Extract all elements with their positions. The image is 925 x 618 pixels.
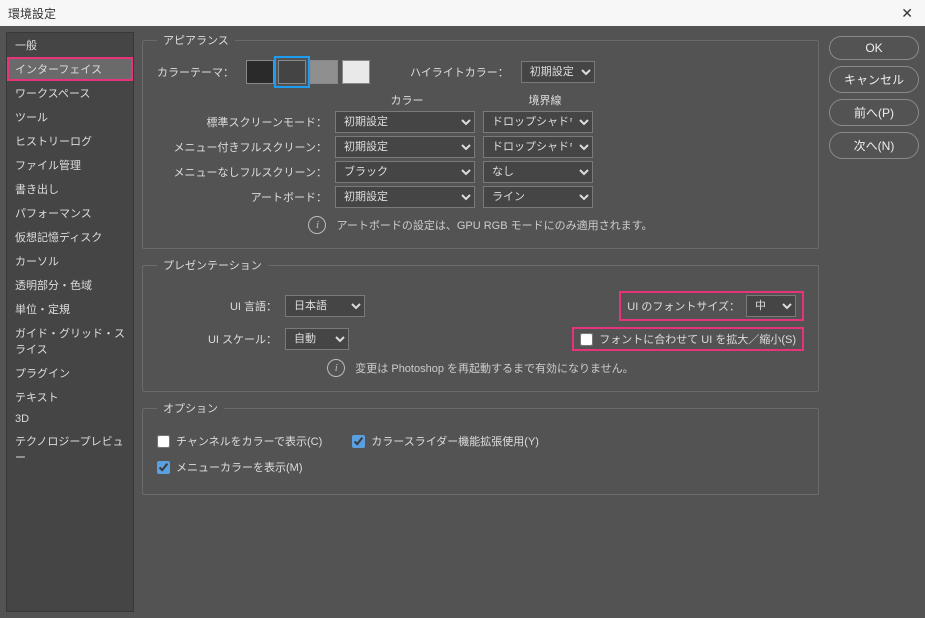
column-header-color: カラー: [337, 92, 477, 108]
ui-font-size-select[interactable]: 中: [746, 295, 796, 317]
appearance-group: アピアランス カラーテーマ： ハイライトカラー： 初期設定 カラー 境界線 標準…: [142, 32, 819, 249]
sidebar-item-8[interactable]: 仮想記憶ディスク: [7, 225, 133, 249]
screen-mode-border-select[interactable]: なし: [483, 161, 593, 183]
sidebar-item-12[interactable]: ガイド・グリッド・スライス: [7, 321, 133, 361]
screen-mode-border-select[interactable]: ドロップシャドウ: [483, 136, 593, 158]
screen-mode-label: 標準スクリーンモード：: [157, 114, 327, 130]
ui-font-size-label: UI のフォントサイズ：: [627, 298, 740, 314]
ui-font-size-highlight: UI のフォントサイズ： 中: [619, 291, 804, 321]
fit-ui-checkbox[interactable]: [580, 333, 593, 346]
column-header-border: 境界線: [485, 92, 605, 108]
screen-mode-border-select[interactable]: ドロップシャドウ: [483, 111, 593, 133]
option-checkbox-1[interactable]: [352, 435, 365, 448]
ui-language-select[interactable]: 日本語: [285, 295, 365, 317]
sidebar-item-13[interactable]: プラグイン: [7, 361, 133, 385]
highlight-color-select[interactable]: 初期設定: [521, 61, 595, 83]
sidebar: 一般インターフェイスワークスペースツールヒストリーログファイル管理書き出しパフォ…: [6, 32, 134, 612]
screen-mode-row-3: アートボード： 初期設定ライン: [157, 186, 804, 208]
sidebar-item-4[interactable]: ヒストリーログ: [7, 129, 133, 153]
screen-mode-border-select[interactable]: ライン: [483, 186, 593, 208]
prev-button[interactable]: 前へ(P): [829, 99, 919, 126]
options-group: オプション チャンネルをカラーで表示(C) メニューカラーを表示(M) カラースライ…: [142, 400, 819, 495]
ui-scale-label: UI スケール：: [157, 331, 277, 347]
screen-mode-label: メニューなしフルスクリーン：: [157, 164, 327, 180]
screen-mode-color-select[interactable]: 初期設定: [335, 136, 475, 158]
info-icon: i: [327, 359, 345, 377]
color-theme-label: カラーテーマ：: [157, 64, 234, 80]
ui-scale-select[interactable]: 自動: [285, 328, 349, 350]
next-button[interactable]: 次へ(N): [829, 132, 919, 159]
color-theme-swatch-3[interactable]: [342, 60, 370, 84]
sidebar-item-15[interactable]: 3D: [7, 409, 133, 429]
screen-mode-row-0: 標準スクリーンモード： 初期設定ドロップシャドウ: [157, 111, 804, 133]
presentation-info-text: 変更は Photoshop を再起動するまで有効になりません。: [355, 360, 633, 376]
color-theme-swatches: [246, 60, 370, 84]
option-label: カラースライダー機能拡張使用(Y): [371, 433, 539, 449]
option-label: メニューカラーを表示(M): [176, 459, 303, 475]
sidebar-item-16[interactable]: テクノロジープレビュー: [7, 429, 133, 469]
presentation-legend: プレゼンテーション: [157, 257, 268, 273]
cancel-button[interactable]: キャンセル: [829, 66, 919, 93]
option-checkbox-0[interactable]: [157, 435, 170, 448]
screen-mode-row-2: メニューなしフルスクリーン： ブラックなし: [157, 161, 804, 183]
sidebar-item-3[interactable]: ツール: [7, 105, 133, 129]
ok-button[interactable]: OK: [829, 36, 919, 60]
screen-mode-label: アートボード：: [157, 189, 327, 205]
option-row-0: チャンネルをカラーで表示(C): [157, 433, 322, 449]
window-title: 環境設定: [8, 5, 56, 22]
option-label: チャンネルをカラーで表示(C): [176, 433, 322, 449]
color-theme-swatch-2[interactable]: [310, 60, 338, 84]
options-legend: オプション: [157, 400, 224, 416]
sidebar-item-11[interactable]: 単位・定規: [7, 297, 133, 321]
info-icon: i: [308, 216, 326, 234]
fit-ui-highlight: フォントに合わせて UI を拡大／縮小(S): [572, 327, 804, 351]
sidebar-item-14[interactable]: テキスト: [7, 385, 133, 409]
screen-mode-label: メニュー付きフルスクリーン：: [157, 139, 327, 155]
appearance-info-text: アートボードの設定は、GPU RGB モードにのみ適用されます。: [336, 217, 652, 233]
titlebar: 環境設定 ✕: [0, 0, 925, 26]
option-checkbox-2[interactable]: [157, 461, 170, 474]
screen-mode-color-select[interactable]: 初期設定: [335, 111, 475, 133]
sidebar-item-9[interactable]: カーソル: [7, 249, 133, 273]
sidebar-item-7[interactable]: パフォーマンス: [7, 201, 133, 225]
fit-ui-label: フォントに合わせて UI を拡大／縮小(S): [599, 331, 796, 347]
screen-mode-color-select[interactable]: 初期設定: [335, 186, 475, 208]
presentation-group: プレゼンテーション UI 言語： 日本語 UI のフォントサイズ： 中: [142, 257, 819, 392]
screen-mode-color-select[interactable]: ブラック: [335, 161, 475, 183]
sidebar-item-6[interactable]: 書き出し: [7, 177, 133, 201]
ui-language-label: UI 言語：: [157, 298, 277, 314]
color-theme-swatch-1[interactable]: [278, 60, 306, 84]
sidebar-item-2[interactable]: ワークスペース: [7, 81, 133, 105]
option-row-2: メニューカラーを表示(M): [157, 459, 322, 475]
option-row-1: カラースライダー機能拡張使用(Y): [352, 433, 539, 449]
close-icon[interactable]: ✕: [897, 5, 917, 22]
sidebar-item-0[interactable]: 一般: [7, 33, 133, 57]
appearance-legend: アピアランス: [157, 32, 235, 48]
screen-mode-row-1: メニュー付きフルスクリーン： 初期設定ドロップシャドウ: [157, 136, 804, 158]
color-theme-swatch-0[interactable]: [246, 60, 274, 84]
sidebar-item-5[interactable]: ファイル管理: [7, 153, 133, 177]
sidebar-item-1[interactable]: インターフェイス: [7, 57, 133, 81]
highlight-color-label: ハイライトカラー：: [410, 64, 509, 80]
sidebar-item-10[interactable]: 透明部分・色域: [7, 273, 133, 297]
